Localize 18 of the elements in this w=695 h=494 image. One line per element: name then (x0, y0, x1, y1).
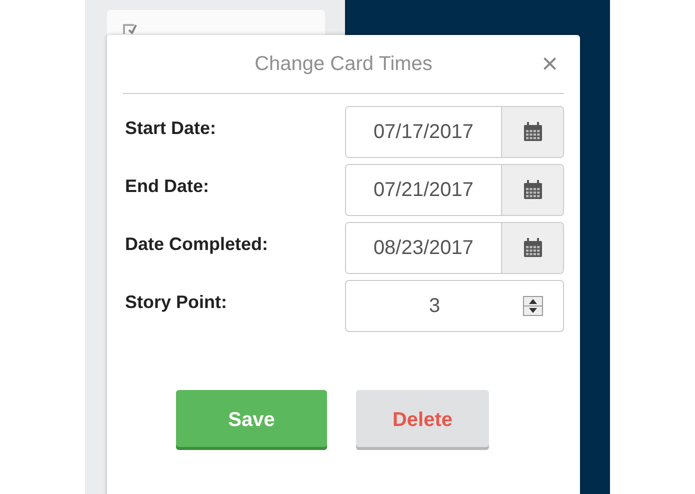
date-field[interactable]: 07/17/2017 (345, 106, 564, 158)
calendar-icon (522, 238, 542, 258)
checkbox-icon (123, 24, 137, 34)
modal-title: Change Card Times (254, 52, 432, 76)
number-field[interactable]: 3 (345, 280, 564, 332)
date-field[interactable]: 07/21/2017 (345, 164, 564, 216)
calendar-icon (522, 122, 542, 142)
field-label: Start Date: (125, 118, 216, 139)
spinner-icon[interactable] (523, 296, 543, 316)
date-field[interactable]: 08/23/2017 (345, 222, 564, 274)
field-label: End Date: (125, 176, 210, 197)
field-label: Story Point: (125, 292, 227, 313)
calendar-button[interactable] (501, 107, 563, 157)
calendar-button[interactable] (501, 223, 563, 273)
close-button[interactable]: × (542, 53, 558, 75)
field-label: Date Completed: (125, 234, 268, 255)
calendar-icon (522, 180, 542, 200)
calendar-button[interactable] (501, 165, 563, 215)
